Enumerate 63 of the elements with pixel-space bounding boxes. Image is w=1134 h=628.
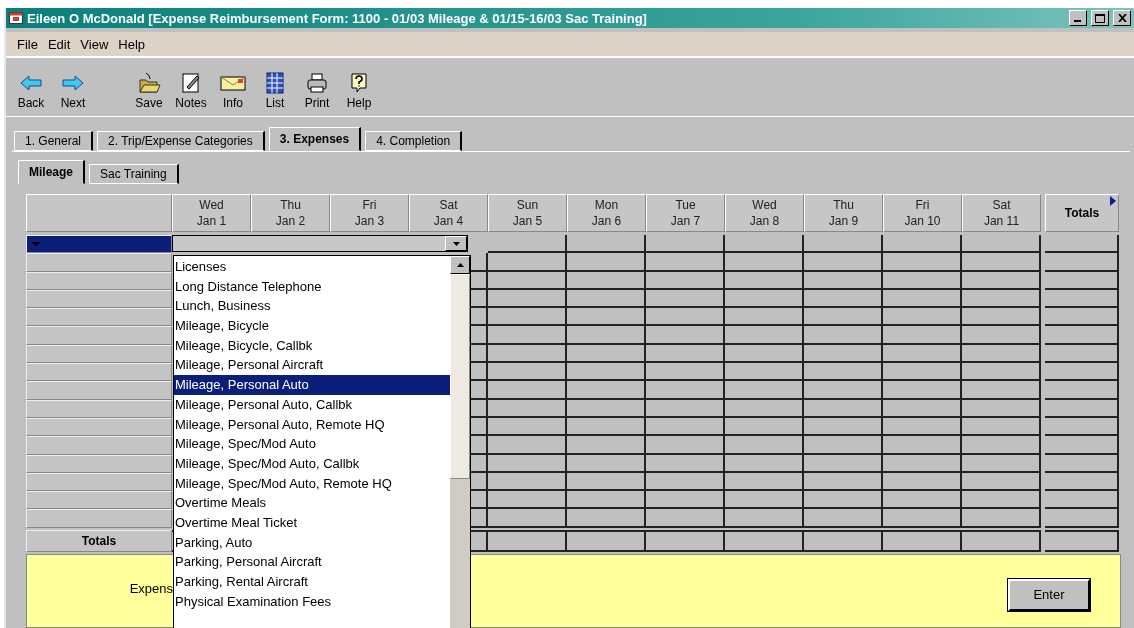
list-option[interactable]: Overtime Meals (174, 493, 450, 513)
list-option[interactable]: Mileage, Spec/Mod Auto, Callbk (174, 453, 450, 474)
menu-item[interactable]: Help (113, 36, 151, 52)
menu-item[interactable]: View (75, 36, 114, 52)
tab[interactable]: 2. Trip/Expense Categories (97, 131, 265, 151)
column-day: Fri (915, 197, 930, 213)
list-option[interactable]: Parking, Personal Aircraft (174, 552, 450, 572)
window-title: Eileen O McDonald [Expense Reimbursement Form: 1100 - 01/03 Mileage & 01/15-16/03 Sac Training] (27, 10, 648, 26)
tab[interactable]: 3. Expenses (268, 127, 362, 151)
column-day: Sat (439, 197, 458, 213)
list-option[interactable]: Mileage, Personal Auto, Remote HQ (174, 414, 450, 435)
menu-item[interactable]: Edit (42, 36, 76, 52)
list-option[interactable]: Mileage, Spec/Mod Auto, Remote HQ (174, 473, 450, 494)
toolbar-button[interactable]: Save (130, 72, 168, 110)
column-date: Jan 2 (275, 213, 306, 229)
toolbar-button[interactable]: Print (298, 72, 336, 110)
list-option[interactable]: Mileage, Personal Auto, Callbk (174, 394, 450, 415)
list-option[interactable]: Lunch, Business (174, 296, 450, 317)
column-date: Jan 8 (749, 213, 780, 229)
column-date: Jan 4 (433, 213, 464, 229)
tab[interactable]: 4. Completion (365, 131, 463, 151)
column-day: Thu (833, 197, 854, 213)
enter-button[interactable]: Enter (1008, 578, 1090, 611)
list-option[interactable]: Licenses (174, 257, 450, 277)
column-day: Tue (675, 197, 696, 213)
field-label: Expens (128, 580, 173, 597)
column-day: Mon (594, 197, 619, 213)
column-day: Sun (516, 197, 539, 213)
toolbar-button[interactable]: Back (12, 72, 50, 110)
column-date: Jan 9 (828, 213, 859, 229)
list-option[interactable]: Mileage, Bicycle (174, 316, 450, 336)
tab[interactable]: Sac Training (89, 164, 179, 184)
toolbar-button[interactable]: Info (214, 72, 252, 110)
column-day: Sat (992, 197, 1011, 213)
list-option[interactable]: Parking, Auto (174, 532, 450, 553)
column-day: Fri (362, 197, 377, 213)
totals-label: Totals (26, 529, 172, 552)
column-date: Jan 11 (983, 213, 1020, 229)
list-option[interactable]: Overtime Meal Ticket (174, 512, 450, 533)
toolbar-button[interactable]: List (256, 72, 294, 110)
column-day: Wed (199, 197, 224, 213)
list-option[interactable]: Long Distance Telephone (174, 276, 450, 297)
list-option[interactable]: Mileage, Personal Aircraft (174, 355, 450, 376)
tab[interactable]: Mileage (18, 160, 85, 184)
toolbar-button[interactable]: Notes (172, 72, 210, 110)
list-option[interactable]: Physical Examination Fees (174, 591, 450, 612)
menu-item[interactable]: File (12, 36, 43, 52)
toolbar-button[interactable]: Next (54, 72, 92, 110)
toolbar-button[interactable]: Help (340, 72, 378, 110)
column-date: Jan 3 (354, 213, 385, 229)
column-date: Jan 5 (512, 213, 543, 229)
list-option[interactable]: Mileage, Bicycle, Callbk (174, 335, 450, 356)
column-date: Jan 7 (670, 213, 701, 229)
column-date: Jan 10 (904, 213, 941, 229)
column-day: Thu (280, 197, 301, 213)
list-option[interactable]: Mileage, Personal Auto (174, 375, 450, 395)
tab[interactable]: 1. General (14, 131, 94, 151)
column-date: Jan 1 (196, 213, 227, 229)
column-day: Wed (752, 197, 777, 213)
column-header: Totals (1064, 205, 1100, 221)
list-option[interactable]: Parking, Rental Aircraft (174, 572, 450, 592)
list-option[interactable]: Mileage, Spec/Mod Auto (174, 434, 450, 454)
column-date: Jan 6 (591, 213, 622, 229)
